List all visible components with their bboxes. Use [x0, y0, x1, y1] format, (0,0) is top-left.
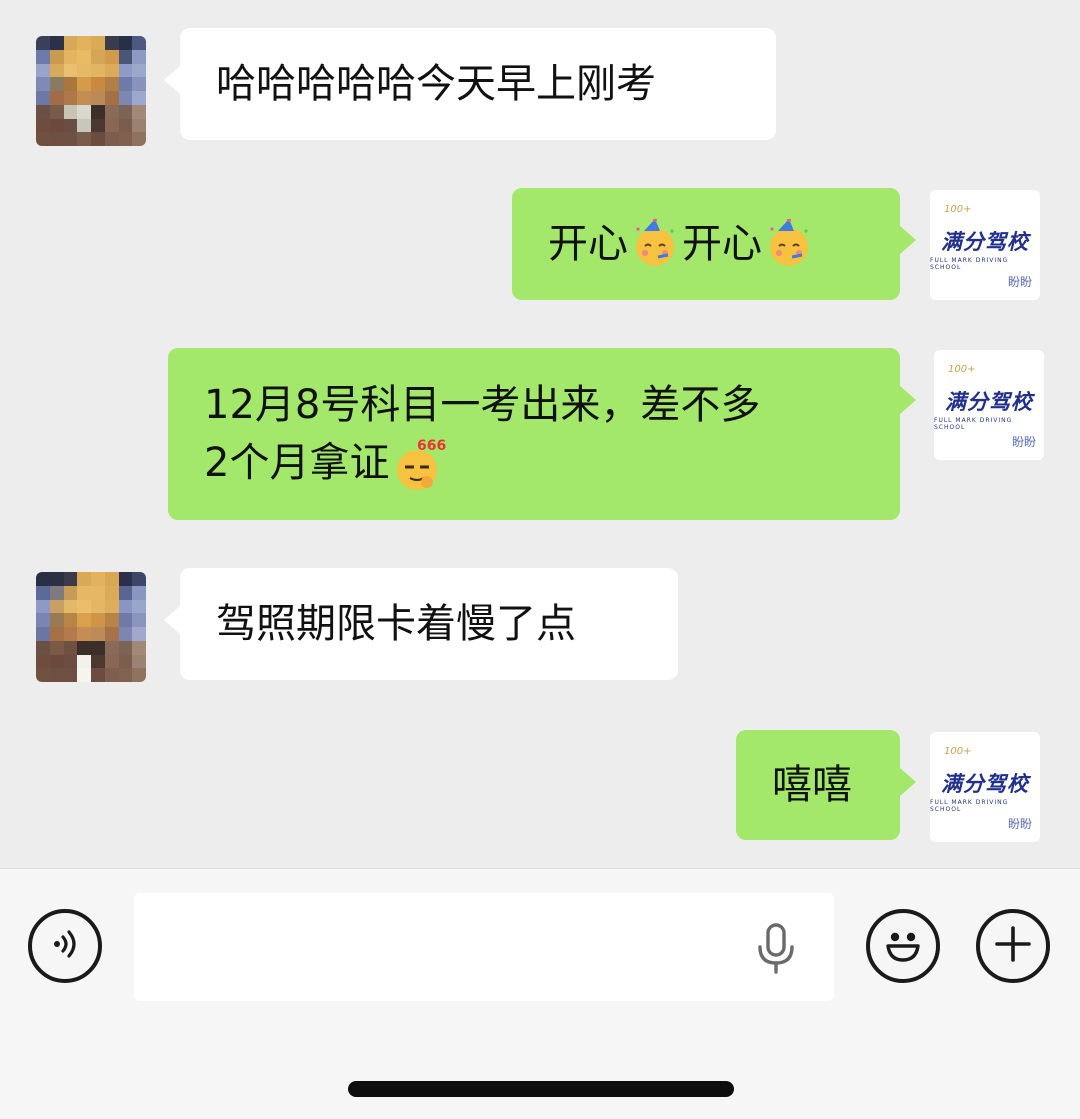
logo-owner: 盼盼	[1007, 817, 1032, 831]
driving-school-avatar[interactable]: 100+ 满分驾校 FULL MARK DRIVING SCHOOL 盼盼	[930, 190, 1040, 300]
sent-message-bubble[interactable]: 嘻嘻	[736, 730, 916, 840]
logo-brand-en: FULL MARK DRIVING SCHOOL	[930, 798, 1009, 813]
received-message-bubble[interactable]: 驾照期限卡着慢了点	[164, 568, 678, 680]
message-text: 驾照期限卡着慢了点	[216, 601, 576, 647]
contact-avatar[interactable]	[36, 572, 146, 682]
plus-icon	[993, 924, 1033, 968]
logo-brand: 满分驾校	[945, 389, 1033, 414]
message-text: 开心	[548, 221, 628, 267]
message-text-line-2: 2个月拿证	[204, 440, 390, 486]
voice-toggle-button[interactable]	[28, 909, 102, 983]
sent-message-bubble[interactable]: 12月8号科目一考出来，差不多 2个月拿证 666	[168, 348, 916, 520]
svg-text:666: 666	[417, 438, 446, 454]
pixelated-avatar-image	[36, 36, 146, 146]
received-message-bubble[interactable]: 哈哈哈哈哈今天早上刚考	[164, 28, 776, 140]
voice-icon	[47, 926, 83, 966]
logo-badge: 100+	[948, 364, 976, 375]
message-text: 哈哈哈哈哈今天早上刚考	[216, 61, 656, 107]
sent-message-bubble[interactable]: 开心 开心	[512, 188, 916, 300]
logo-owner: 盼盼	[1011, 435, 1036, 449]
home-indicator[interactable]	[348, 1081, 734, 1097]
666-face-icon: 666	[391, 438, 447, 490]
partying-face-icon	[764, 218, 814, 269]
smiley-icon	[878, 919, 928, 973]
message-text-line-1: 12月8号科目一考出来，差不多	[204, 382, 761, 428]
more-button[interactable]	[976, 909, 1050, 983]
logo-brand: 满分驾校	[941, 229, 1029, 254]
logo-badge: 100+	[944, 746, 972, 757]
chat-input-bar	[0, 868, 1080, 1119]
partying-face-icon	[630, 218, 680, 269]
microphone-icon[interactable]	[756, 923, 796, 979]
contact-avatar[interactable]	[36, 36, 146, 146]
driving-school-avatar[interactable]: 100+ 满分驾校 FULL MARK DRIVING SCHOOL 盼盼	[934, 350, 1044, 460]
logo-brand-en: FULL MARK DRIVING SCHOOL	[930, 256, 1009, 271]
driving-school-avatar[interactable]: 100+ 满分驾校 FULL MARK DRIVING SCHOOL 盼盼	[930, 732, 1040, 842]
logo-brand-en: FULL MARK DRIVING SCHOOL	[934, 416, 1013, 431]
logo-owner: 盼盼	[1007, 275, 1032, 289]
message-text: 开心	[682, 221, 762, 267]
pixelated-avatar-image	[36, 572, 146, 682]
message-input[interactable]	[134, 893, 834, 1001]
logo-badge: 100+	[944, 204, 972, 215]
message-text: 嘻嘻	[772, 762, 852, 808]
logo-brand: 满分驾校	[941, 771, 1029, 796]
emoji-button[interactable]	[866, 909, 940, 983]
